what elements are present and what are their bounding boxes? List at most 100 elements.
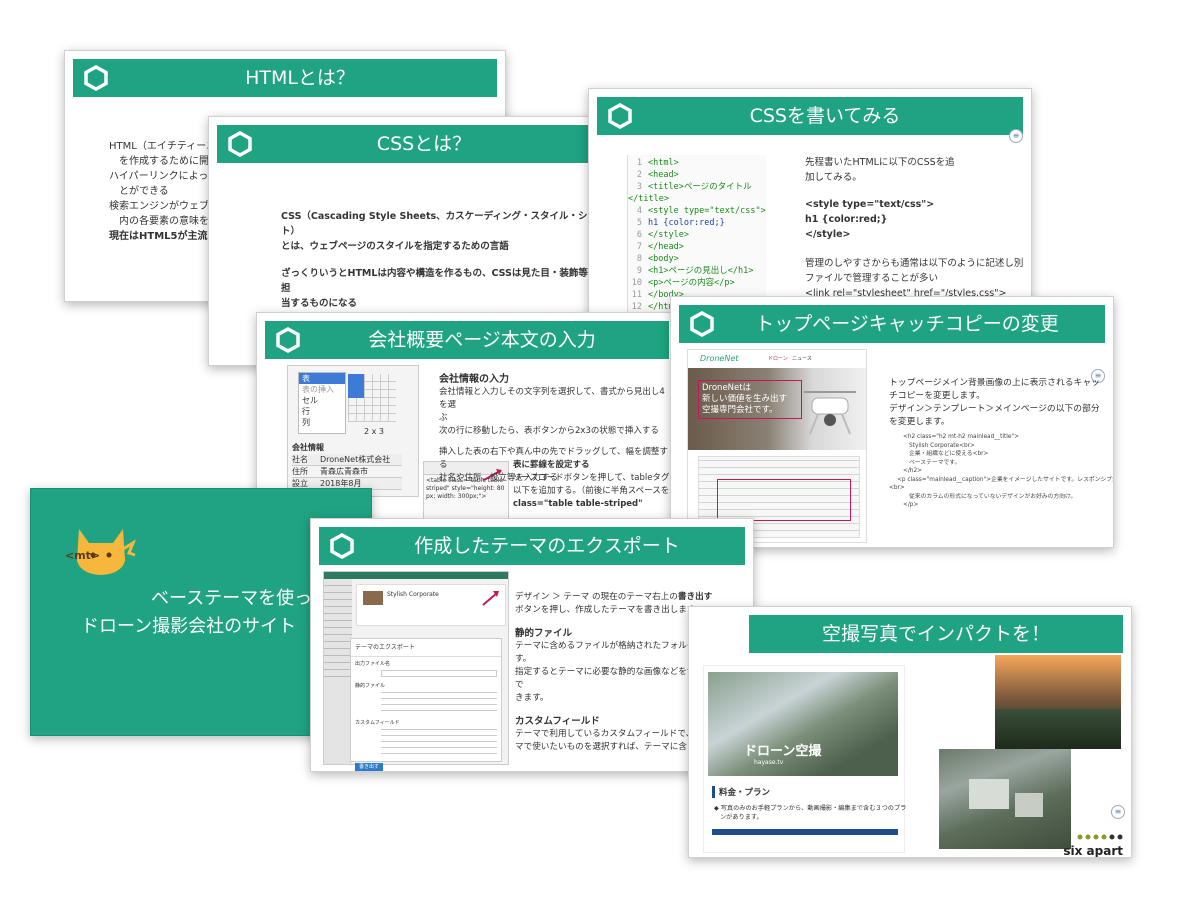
building-photo xyxy=(939,749,1071,849)
section-heading: 表に罫線を設定する xyxy=(513,460,590,470)
code-line: 9 <h1>ページの見出し</h1> xyxy=(636,266,754,276)
section-heading: 料金・プラン xyxy=(712,786,770,798)
arrow-icon xyxy=(482,591,499,606)
brand-logo: DroneNet xyxy=(700,354,739,363)
dialog-title: テーマのエクスポート xyxy=(351,639,501,657)
aerial-photo: ドローン空撮 hayase.tv xyxy=(708,672,898,776)
text-line: デザイン＞テンプレート＞メインページの以下の部分 xyxy=(889,404,1100,414)
code-line: 2 <head> xyxy=(636,170,679,180)
instructions: トップページメイン背景画像の上に表示されるキャッ チコピーを変更します。 デザイ… xyxy=(889,377,1105,429)
code-line: Stylish Corporate<br> xyxy=(909,442,975,449)
text-line: 会社情報と入力しその文字列を選択して、書式から見出し4を選 xyxy=(439,387,665,410)
logo-icon xyxy=(228,131,252,157)
snippet-line: <style type="text/css"> xyxy=(805,199,935,210)
code-line: 3 <title>ページのタイトル</title> xyxy=(628,182,752,204)
slide-header: HTMLとは？ xyxy=(73,59,497,97)
code-line: 4 <style type="text/css"> xyxy=(636,206,766,216)
hero-copy: DroneNetは 新しい価値を生み出す 空撮専門会社です。 xyxy=(698,380,802,419)
editor-screenshot: 表 表の挿入 セル 行 列 2 x 3 会社情報 社名 DroneNet株式会社 … xyxy=(287,365,419,497)
text-line: ぶ xyxy=(439,413,448,423)
text-line: 先程書いたHTMLに以下のCSSを追 xyxy=(805,157,955,168)
menu-item[interactable]: 行 xyxy=(299,406,345,417)
table-grid-picker[interactable] xyxy=(348,374,396,422)
mt-sidebar xyxy=(324,579,352,764)
slide-title: CSSとは？ xyxy=(376,133,472,155)
brand-dots-icon xyxy=(1077,834,1123,840)
logo-icon xyxy=(608,103,632,129)
menu-item[interactable]: 表 xyxy=(299,373,345,384)
text-line: ソースコードボタンを押して、tableタグのところに xyxy=(513,473,678,483)
menu-icon[interactable]: ≡ xyxy=(1111,805,1125,819)
code-line: 8 <body> xyxy=(636,254,679,264)
code-line: <br> xyxy=(889,485,905,491)
field-label: 出力ファイル名 xyxy=(355,661,391,667)
export-dialog: テーマのエクスポート 出力ファイル名 静的ファイル カスタムフィールド 書き出す xyxy=(350,638,502,771)
logo-icon xyxy=(330,533,354,559)
text-line: デザイン ＞ テーマ の現在のテーマ右上の書き出す xyxy=(515,592,713,602)
snippet-line: </style> xyxy=(805,229,851,240)
section-heading: 会社情報の入力 xyxy=(439,374,509,385)
snippet-line: h1 {color:red;} xyxy=(805,214,888,225)
code-line: <p class="mainlead__caption">企業をイメージしたサイ… xyxy=(897,476,1113,483)
logo-icon xyxy=(84,65,108,91)
menu-item[interactable]: 表の挿入 xyxy=(299,384,345,395)
slide-header: CSSを書いてみる xyxy=(597,97,1023,135)
slide-header: CSSとは？ xyxy=(217,125,601,163)
text-line: ファイルで管理することが多い xyxy=(805,273,939,284)
slide-title: 作成したテーマのエクスポート xyxy=(414,535,680,557)
table-row: 社名 DroneNet株式会社 xyxy=(292,454,402,466)
text-line: 以下を追加する。（前後に半角スペースを入れる） xyxy=(513,486,678,496)
overlay-subtitle: hayase.tv xyxy=(754,759,784,766)
grid-size-label: 2 x 3 xyxy=(364,427,384,436)
brand-name: six apart xyxy=(1063,844,1123,858)
nav-link[interactable]: ニュース xyxy=(792,355,812,362)
code-line: 6 </style> xyxy=(636,230,689,240)
menu-icon[interactable]: ≡ xyxy=(1009,129,1023,143)
instructions-2: 表に罫線を設定する ソースコードボタンを押して、tableタグのところに 以下を… xyxy=(513,459,678,511)
site-screenshot: DroneNet ドローン ニュース DroneNetは 新しい価値を生み出す … xyxy=(687,349,867,543)
mt-topbar xyxy=(324,572,508,579)
slide-aerial-photo[interactable]: 空撮写真でインパクトを！ ドローン空撮 hayase.tv 料金・プラン ◆ 写… xyxy=(688,606,1132,858)
brand-logo: six apart xyxy=(1063,825,1123,858)
slide-catchcopy[interactable]: トップページキャッチコピーの変更 ≡ DroneNet ドローン ニュース Dr… xyxy=(670,296,1114,548)
code-line: 1 <html> xyxy=(636,158,679,168)
slide-title: トップページキャッチコピーの変更 xyxy=(755,313,1059,335)
export-button[interactable]: 書き出す xyxy=(355,763,384,771)
slide-title: CSSを書いてみる xyxy=(749,105,901,127)
overlay-title: ドローン空撮 xyxy=(744,744,822,759)
css-description: CSS（Cascading Style Sheets、カスケーディング・スタイル… xyxy=(281,209,601,311)
slide-title: 空撮写真でインパクトを！ xyxy=(821,623,1050,645)
text-line: CSS（Cascading Style Sheets、カスケーディング・スタイル… xyxy=(281,211,598,237)
code-line: 5 h1 {color:red;} xyxy=(636,218,725,228)
code-line: 企業・組織などに使える<br> xyxy=(909,451,989,457)
code-line: ベーステーマです。 xyxy=(909,459,961,466)
text-line: トップページメイン背景画像の上に表示されるキャッ xyxy=(889,378,1100,388)
field-label: 静的ファイル xyxy=(355,683,386,689)
slide-header: トップページキャッチコピーの変更 xyxy=(679,305,1105,343)
text-line: とは、ウェブページのスタイルを指定するための言語 xyxy=(281,241,509,252)
text-line: 加してみる。 xyxy=(805,172,862,183)
text-line: class="table table-striped" xyxy=(513,499,643,509)
hero-line: DroneNetは xyxy=(702,383,752,393)
text-line: チコピーを変更します。 xyxy=(889,391,985,401)
slide-header: 会社概要ページ本文の入力 xyxy=(265,321,669,359)
text-line: 当するものになる xyxy=(281,298,358,309)
code-line: </h2> xyxy=(903,468,923,474)
mt-screenshot: Stylish Corporate テーマのエクスポート 出力ファイル名 静的フ… xyxy=(323,571,509,771)
slide-title: 会社概要ページ本文の入力 xyxy=(368,329,596,351)
slide-header: 作成したテーマのエクスポート xyxy=(319,527,745,565)
table-menu: 表 表の挿入 セル 行 列 xyxy=(298,372,346,434)
hero-line: 空撮専門会社です。 xyxy=(702,405,778,415)
code-line: <h2 class="h2 mt-h2 mainlead__title"> xyxy=(903,434,1019,440)
nav-link[interactable]: ドローン xyxy=(768,355,788,362)
plan-tabs[interactable] xyxy=(712,828,898,835)
menu-item[interactable]: 列 xyxy=(299,417,345,428)
menu-item[interactable]: セル xyxy=(299,395,345,406)
slide-title: HTMLとは？ xyxy=(245,67,355,89)
text-line: を変更します。 xyxy=(889,417,950,427)
slide-header: 空撮写真でインパクトを！ xyxy=(749,615,1123,653)
code-line: 従来のカラムの形式になっていないデザインがお好みの方向け。 xyxy=(909,493,1077,500)
description: 先程書いたHTMLに以下のCSSを追 加してみる。 <style type="t… xyxy=(805,155,1025,301)
filename-input[interactable] xyxy=(381,670,497,677)
drone-icon xyxy=(804,391,856,435)
